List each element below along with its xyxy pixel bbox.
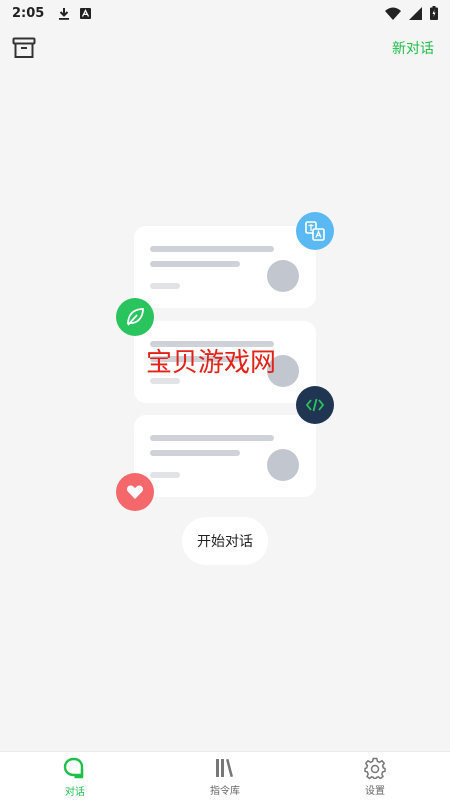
gear-icon: [364, 757, 386, 779]
tab-label: 设置: [365, 785, 385, 797]
placeholder-line: [150, 435, 274, 441]
heart-icon: [127, 485, 143, 499]
code-badge: [296, 386, 334, 424]
leaf-badge: [116, 298, 154, 336]
placeholder-card: [134, 226, 316, 308]
placeholder-line: [150, 450, 240, 456]
bottom-tab-bar: 对话 指令库 设置: [0, 751, 450, 801]
heart-badge: [116, 473, 154, 511]
placeholder-avatar: [267, 449, 299, 481]
placeholder-line: [150, 261, 240, 267]
translate-icon: [305, 221, 325, 241]
tab-label: 指令库: [210, 785, 240, 797]
empty-state-illustration: 宝贝游戏网 开始对话: [0, 0, 450, 800]
tab-library[interactable]: 指令库: [150, 752, 300, 801]
placeholder-line: [150, 472, 180, 478]
watermark-text: 宝贝游戏网: [146, 348, 277, 378]
leaf-icon: [127, 308, 144, 326]
translate-badge: [296, 212, 334, 250]
placeholder-line: [150, 246, 274, 252]
tab-chat[interactable]: 对话: [0, 752, 150, 801]
placeholder-avatar: [267, 260, 299, 292]
tab-settings[interactable]: 设置: [300, 752, 450, 801]
placeholder-card: [134, 415, 316, 497]
code-icon: [305, 398, 325, 412]
start-chat-button[interactable]: 开始对话: [182, 517, 268, 565]
library-icon: [216, 758, 233, 777]
placeholder-line: [150, 283, 180, 289]
chat-icon: [63, 757, 84, 778]
tab-label: 对话: [65, 786, 85, 798]
